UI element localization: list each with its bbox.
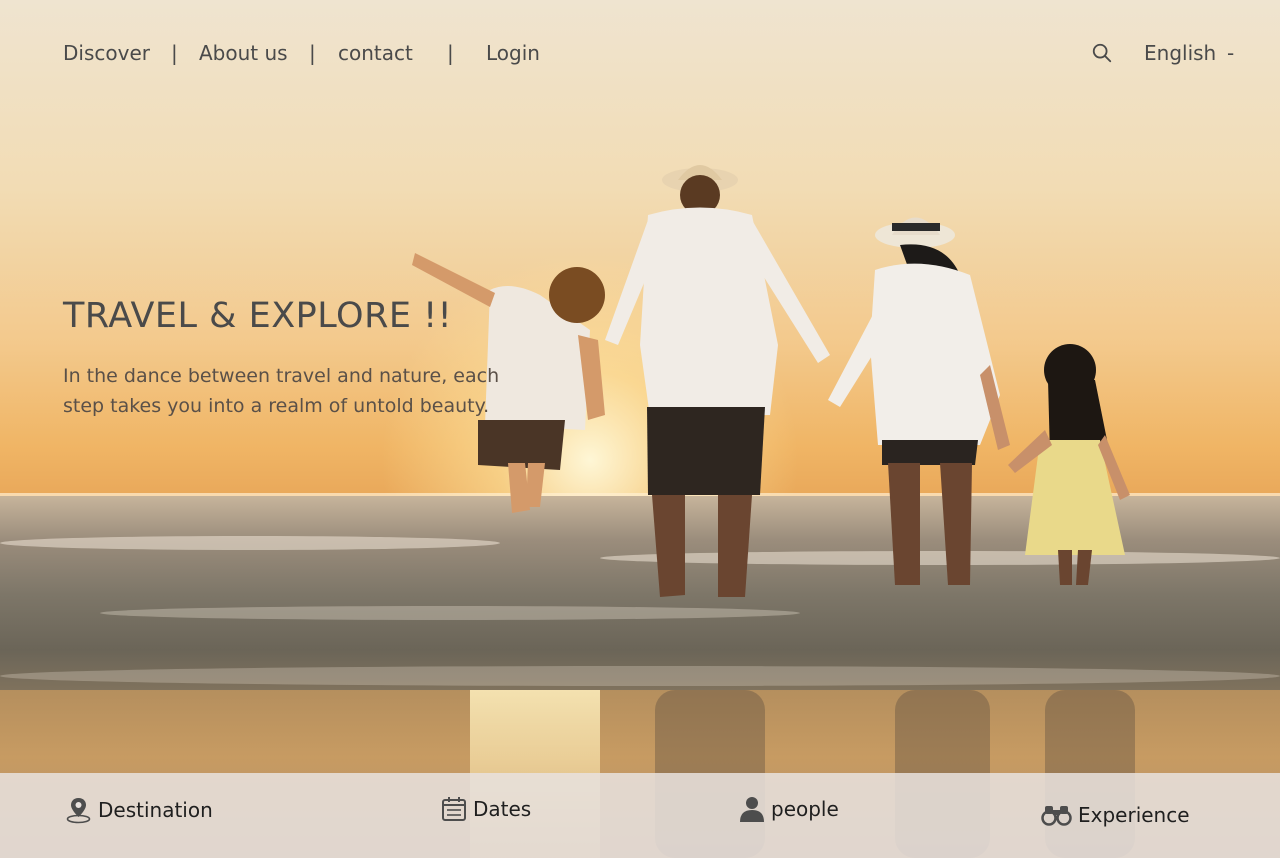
hero-title: TRAVEL & EXPLORE !! (63, 296, 453, 336)
nav-separator: | (171, 41, 178, 65)
calendar-icon (442, 797, 466, 821)
people-field[interactable]: people (739, 796, 839, 822)
search-icon[interactable] (1091, 42, 1113, 64)
people-label: people (771, 797, 839, 821)
nav-link-about-us[interactable]: About us (199, 41, 288, 65)
nav-link-login[interactable]: Login (486, 41, 540, 65)
family-silhouette-illustration (412, 165, 1130, 597)
destination-field[interactable]: Destination (65, 796, 213, 824)
nav-link-discover[interactable]: Discover (63, 41, 150, 65)
language-selector[interactable]: English (1144, 41, 1216, 65)
experience-field[interactable]: Experience (1041, 803, 1190, 827)
language-dropdown-caret[interactable]: - (1227, 41, 1234, 65)
nav-separator: | (309, 41, 316, 65)
experience-label: Experience (1078, 803, 1190, 827)
hero-background (0, 0, 1280, 858)
nav-separator: | (447, 41, 454, 65)
destination-label: Destination (98, 798, 213, 822)
booking-bar: Destination Dates people Experience (0, 773, 1280, 858)
dates-label: Dates (473, 797, 532, 821)
dates-field[interactable]: Dates (441, 796, 531, 822)
hero-description: In the dance between travel and nature, … (63, 365, 500, 417)
map-pin-icon (66, 798, 91, 824)
nav-link-contact[interactable]: contact (338, 41, 413, 65)
binoculars-icon (1041, 806, 1072, 826)
person-icon (740, 797, 764, 822)
